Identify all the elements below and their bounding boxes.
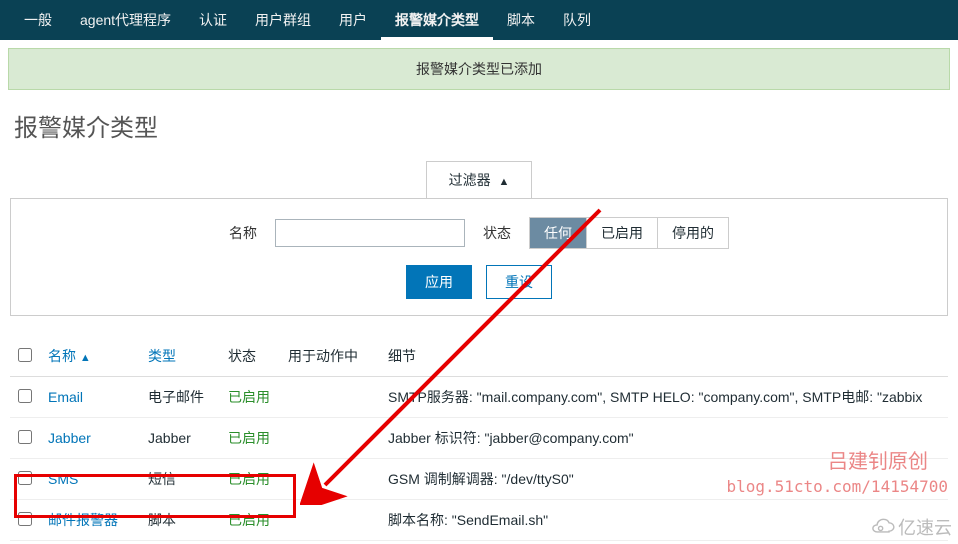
- row-checkbox[interactable]: [18, 389, 32, 403]
- row-checkbox[interactable]: [18, 430, 32, 444]
- watermark-text: 吕建钊原创: [828, 445, 928, 474]
- row-name-link[interactable]: Jabber: [40, 418, 140, 459]
- row-checkbox[interactable]: [18, 512, 32, 526]
- filter-toggle-label: 过滤器: [449, 172, 491, 188]
- row-status-link[interactable]: 已启用: [228, 471, 270, 487]
- triangle-up-icon: ▲: [499, 176, 510, 188]
- nav-tabs: 一般agent代理程序认证用户群组用户报警媒介类型脚本队列: [0, 0, 958, 40]
- row-status-link[interactable]: 已启用: [228, 512, 270, 528]
- tab-6[interactable]: 脚本: [493, 0, 549, 40]
- tab-4[interactable]: 用户: [325, 0, 381, 40]
- row-name-link[interactable]: Email: [40, 377, 140, 418]
- watermark-url: blog.51cto.com/14154700: [726, 477, 948, 496]
- table-row: JabberJabber已启用Jabber 标识符: "jabber@compa…: [10, 418, 948, 459]
- corner-logo: 亿速云: [868, 514, 952, 540]
- page-title: 报警媒介类型: [0, 98, 958, 161]
- row-checkbox[interactable]: [18, 471, 32, 485]
- row-actions: [280, 377, 380, 418]
- filter-toggle[interactable]: 过滤器 ▲: [426, 161, 533, 198]
- cloud-icon: [868, 518, 896, 536]
- row-name-link[interactable]: 邮件报警器: [40, 500, 140, 541]
- filter-name-input[interactable]: [275, 219, 465, 247]
- tab-1[interactable]: agent代理程序: [66, 0, 185, 40]
- col-header-used-in: 用于动作中: [280, 336, 380, 377]
- select-all-checkbox[interactable]: [18, 348, 32, 362]
- table-row: Email电子邮件已启用 SMTP服务器: "mail.company.com",…: [10, 377, 948, 418]
- alert-success: 报警媒介类型已添加: [8, 48, 950, 90]
- filter-status-group: 任何已启用停用的: [529, 217, 729, 249]
- filter-panel: 名称 状态 任何已启用停用的 应用 重设: [10, 198, 948, 316]
- apply-button[interactable]: 应用: [406, 265, 472, 299]
- table-row: 邮件报警器脚本已启用 脚本名称: "SendEmail.sh": [10, 500, 948, 541]
- col-header-name[interactable]: 名称 ▲: [40, 336, 140, 377]
- status-option-1[interactable]: 已启用: [587, 218, 658, 248]
- filter-status-label: 状态: [483, 223, 511, 243]
- row-type: 脚本: [140, 500, 220, 541]
- tab-5[interactable]: 报警媒介类型: [381, 0, 493, 40]
- reset-button[interactable]: 重设: [486, 265, 552, 299]
- row-details: 脚本名称: "SendEmail.sh": [380, 500, 948, 541]
- row-type: 电子邮件: [140, 377, 220, 418]
- col-header-status: 状态: [220, 336, 280, 377]
- row-actions: [280, 459, 380, 500]
- filter-name-label: 名称: [229, 223, 257, 243]
- row-actions: [280, 418, 380, 459]
- col-header-details: 细节: [380, 336, 948, 377]
- row-status-link[interactable]: 已启用: [228, 430, 270, 446]
- status-option-0[interactable]: 任何: [530, 218, 587, 248]
- tab-2[interactable]: 认证: [185, 0, 241, 40]
- status-option-2[interactable]: 停用的: [658, 218, 728, 248]
- tab-3[interactable]: 用户群组: [241, 0, 325, 40]
- row-status-link[interactable]: 已启用: [228, 389, 270, 405]
- row-actions: [280, 500, 380, 541]
- col-header-type[interactable]: 类型: [140, 336, 220, 377]
- row-details: SMTP服务器: "mail.company.com", SMTP HELO: …: [380, 377, 948, 418]
- row-type: Jabber: [140, 418, 220, 459]
- tab-0[interactable]: 一般: [10, 0, 66, 40]
- row-type: 短信: [140, 459, 220, 500]
- row-name-link[interactable]: SMS: [40, 459, 140, 500]
- media-types-table: 名称 ▲ 类型 状态 用于动作中 细节 Email电子邮件已启用SMTP服务器:…: [10, 336, 948, 541]
- tab-7[interactable]: 队列: [549, 0, 605, 40]
- sort-asc-icon: ▲: [80, 352, 91, 364]
